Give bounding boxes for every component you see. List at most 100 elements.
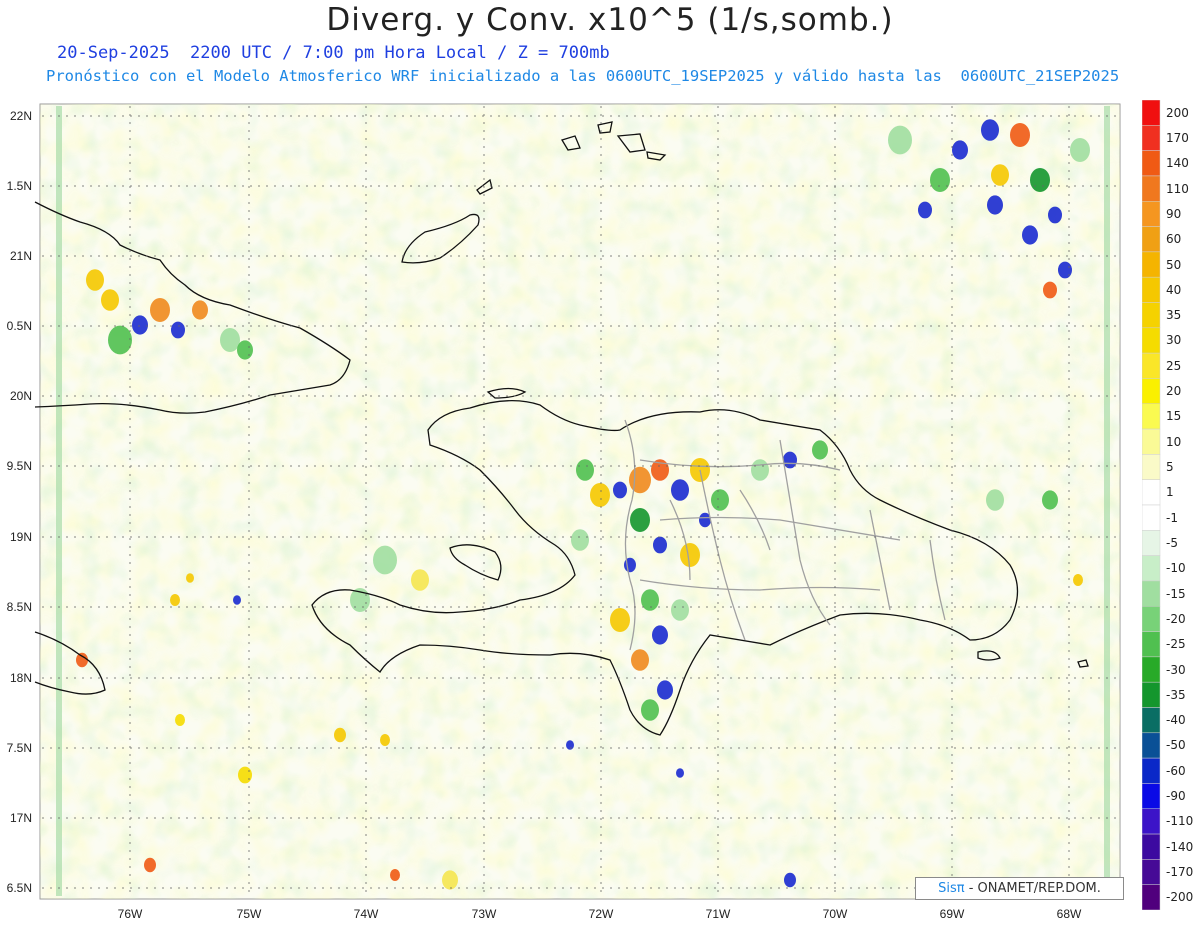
legend-label: 60	[1166, 232, 1182, 247]
lat-label: 8.5N	[7, 600, 32, 614]
legend-label: 90	[1166, 206, 1182, 221]
field-cell	[576, 459, 594, 481]
field-cell	[641, 589, 659, 611]
lat-label: 21N	[10, 249, 32, 263]
field-cell	[233, 595, 241, 605]
lon-label: 72W	[589, 907, 614, 921]
legend-swatch	[1142, 125, 1161, 151]
lat-label: 18N	[10, 671, 32, 685]
legend-label: -170	[1166, 865, 1194, 880]
legend-label: 5	[1166, 460, 1174, 475]
field-cell	[571, 529, 589, 551]
legend-swatch	[1142, 378, 1161, 404]
field-cell	[132, 315, 148, 335]
field-cell	[671, 599, 689, 621]
field-cell	[784, 872, 796, 888]
field-cell	[680, 543, 700, 567]
legend-label: 20	[1166, 384, 1182, 399]
credit-brand: Sisπ	[938, 881, 965, 896]
field-cell	[144, 857, 156, 873]
lon-label: 70W	[823, 907, 848, 921]
legend-label: 140	[1166, 156, 1189, 171]
legend-swatch	[1142, 833, 1161, 860]
field-cell	[812, 440, 828, 460]
field-cell	[380, 734, 390, 746]
field-cell	[1030, 168, 1050, 192]
legend-swatch	[1142, 352, 1161, 379]
field-cell	[150, 298, 170, 322]
lat-label: 1.5N	[7, 179, 32, 193]
legend-swatch	[1142, 175, 1161, 202]
field-cell	[238, 766, 252, 784]
legend-label: 25	[1166, 358, 1182, 373]
field-cell	[86, 269, 104, 291]
lat-label: 9.5N	[7, 459, 32, 473]
field-cell	[676, 768, 684, 778]
legend-swatch	[1142, 808, 1161, 835]
field-cell	[373, 545, 397, 575]
lon-label: 75W	[237, 907, 262, 921]
field-cell	[1070, 138, 1090, 162]
field-cell	[930, 168, 950, 192]
credit-text: - ONAMET/REP.DOM.	[968, 881, 1101, 896]
legend-swatch	[1142, 201, 1161, 227]
field-cell	[952, 140, 968, 160]
field-cell	[630, 508, 650, 532]
legend-swatch	[1142, 580, 1161, 607]
legend-swatch	[1142, 454, 1161, 480]
field-cell	[918, 201, 932, 219]
legend-label: 110	[1166, 181, 1189, 196]
legend-swatch	[1142, 327, 1161, 354]
lon-label: 74W	[354, 907, 379, 921]
field-cell	[175, 714, 185, 726]
legend-swatch	[1142, 479, 1161, 506]
legend-swatch	[1142, 100, 1161, 126]
field-cell	[590, 483, 610, 507]
latitude-labels: 22N 1.5N 21N 0.5N 20N 9.5N 19N 8.5N 18N 7.5N 17N 6.…	[7, 109, 32, 895]
field-cell	[1073, 574, 1083, 586]
legend-swatch	[1142, 681, 1161, 708]
lat-label: 20N	[10, 389, 32, 403]
lat-label: 19N	[10, 530, 32, 544]
field-cell	[192, 300, 208, 320]
field-cell	[390, 869, 400, 881]
longitude-labels: 76W 75W 74W 73W 72W 71W 70W 69W 68W	[118, 907, 1082, 921]
legend-label: 170	[1166, 130, 1189, 145]
field-cell	[1058, 261, 1072, 279]
field-cell	[641, 699, 659, 721]
field-cell	[653, 536, 667, 554]
field-cell	[671, 479, 689, 501]
field-cell	[986, 489, 1004, 511]
legend-label: 15	[1166, 409, 1182, 424]
lon-label: 76W	[118, 907, 143, 921]
legend-swatch	[1142, 555, 1161, 582]
legend-swatch	[1142, 428, 1161, 455]
legend-swatch	[1142, 403, 1161, 430]
field-cell	[186, 573, 194, 583]
field-cell	[237, 340, 253, 360]
field-cell	[888, 125, 912, 155]
legend-label: 50	[1166, 257, 1182, 272]
legend-label: -90	[1166, 789, 1186, 804]
legend-swatch	[1142, 732, 1161, 759]
legend-label: -20	[1166, 611, 1186, 626]
legend-label: 30	[1166, 333, 1182, 348]
legend-label: -40	[1166, 713, 1186, 728]
legend-label: -25	[1166, 637, 1186, 652]
field-cell	[631, 649, 649, 671]
legend-label: -110	[1166, 814, 1194, 829]
field-cell	[171, 321, 185, 339]
lat-label: 17N	[10, 811, 32, 825]
lon-label: 71W	[706, 907, 731, 921]
lon-label: 68W	[1057, 907, 1082, 921]
field-cell	[220, 328, 240, 352]
legend-label: -30	[1166, 662, 1186, 677]
legend-label: -5	[1166, 535, 1178, 550]
legend-swatch	[1142, 631, 1161, 658]
field-cell	[76, 652, 88, 668]
field-cell	[108, 325, 132, 355]
legend-label: 40	[1166, 282, 1182, 297]
lon-label: 73W	[472, 907, 497, 921]
field-cell	[610, 608, 630, 632]
legend-label: -15	[1166, 586, 1186, 601]
